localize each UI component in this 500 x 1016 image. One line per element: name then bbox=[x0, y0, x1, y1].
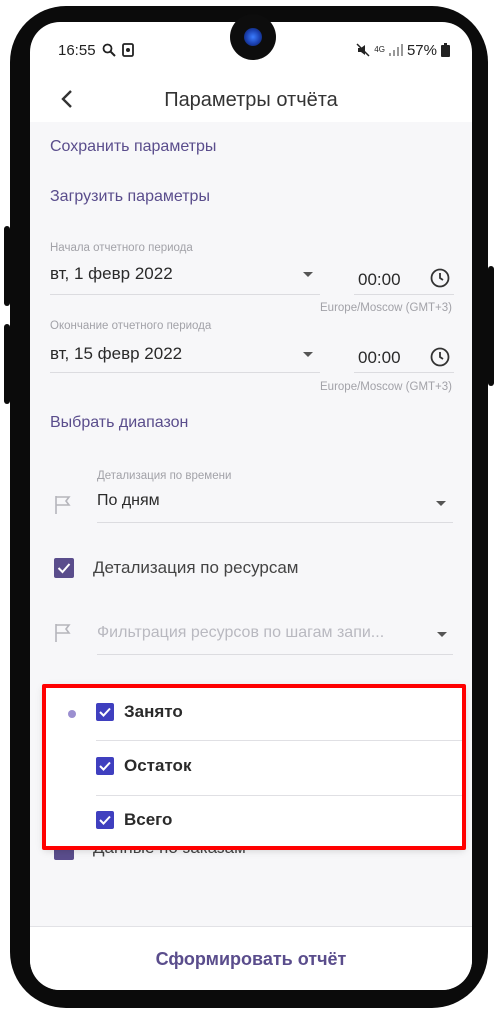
app-bar: Параметры отчёта bbox=[30, 78, 472, 122]
divider bbox=[354, 372, 454, 373]
menu-item-label: Всего bbox=[124, 810, 173, 829]
chevron-left-icon bbox=[61, 90, 72, 108]
divider bbox=[50, 372, 320, 373]
checkbox[interactable] bbox=[96, 757, 114, 775]
search-icon bbox=[102, 43, 116, 57]
clock-icon[interactable] bbox=[430, 268, 450, 288]
period-end-timezone: Europe/Moscow (GMT+3) bbox=[320, 381, 452, 393]
period-end-date[interactable]: вт, 15 февр 2022 bbox=[50, 344, 182, 364]
clock-icon[interactable] bbox=[430, 347, 450, 367]
menu-item-label: Занято bbox=[124, 702, 183, 721]
app-screen: 16:55 4G 57% Параметры отчёта Сохранить … bbox=[30, 22, 472, 990]
divider bbox=[354, 294, 454, 295]
menu-item-occupied[interactable]: Занято bbox=[96, 702, 183, 722]
period-start-time[interactable]: 00:00 bbox=[358, 270, 401, 290]
menu-item-label: Остаток bbox=[124, 756, 192, 775]
check-icon bbox=[99, 815, 111, 825]
load-params-link[interactable]: Загрузить параметры bbox=[50, 188, 210, 206]
check-icon bbox=[57, 563, 71, 574]
check-icon bbox=[99, 707, 111, 717]
battery-percent: 57% bbox=[406, 41, 437, 59]
network-type: 4G bbox=[374, 45, 385, 54]
dropdown-arrow-icon[interactable] bbox=[303, 352, 313, 357]
signal-icon bbox=[388, 44, 403, 56]
period-start-timezone: Europe/Moscow (GMT+3) bbox=[320, 302, 452, 314]
choose-range-link[interactable]: Выбрать диапазон bbox=[50, 414, 188, 432]
side-button bbox=[4, 324, 10, 404]
save-params-link[interactable]: Сохранить параметры bbox=[50, 138, 216, 156]
time-detail-value[interactable]: По дням bbox=[97, 492, 160, 510]
period-end-label: Окончание отчетного периода bbox=[50, 320, 212, 332]
resource-filter-select[interactable]: Фильтрация ресурсов по шагам запи... bbox=[97, 624, 433, 642]
bottom-bar: Сформировать отчёт bbox=[30, 926, 472, 990]
divider bbox=[97, 654, 453, 655]
front-camera bbox=[230, 14, 276, 60]
dropdown-arrow-icon[interactable] bbox=[436, 501, 446, 506]
dropdown-arrow-icon[interactable] bbox=[437, 632, 447, 637]
back-button[interactable] bbox=[52, 84, 82, 114]
side-button bbox=[4, 226, 10, 306]
page-title: Параметры отчёта bbox=[164, 88, 338, 111]
period-start-label: Начала отчетного периода bbox=[50, 242, 193, 254]
side-button bbox=[488, 266, 494, 386]
divider bbox=[96, 740, 464, 741]
menu-item-total[interactable]: Всего bbox=[96, 810, 172, 830]
generate-report-button[interactable]: Сформировать отчёт bbox=[156, 949, 347, 970]
divider bbox=[97, 522, 453, 523]
divider bbox=[50, 294, 320, 295]
checkbox[interactable] bbox=[96, 703, 114, 721]
divider bbox=[96, 795, 464, 796]
flag-icon bbox=[55, 624, 71, 642]
mute-icon bbox=[356, 43, 370, 57]
dropdown-arrow-icon[interactable] bbox=[303, 272, 313, 277]
battery-icon bbox=[441, 43, 450, 57]
screenshot-icon bbox=[121, 43, 134, 57]
flag-icon bbox=[55, 496, 71, 514]
focus-indicator bbox=[68, 710, 76, 718]
checkbox[interactable] bbox=[96, 811, 114, 829]
resource-detail-label: Детализация по ресурсам bbox=[93, 558, 299, 577]
period-end-time[interactable]: 00:00 bbox=[358, 348, 401, 368]
status-time: 16:55 bbox=[58, 41, 96, 59]
menu-item-remaining[interactable]: Остаток bbox=[96, 756, 191, 776]
check-icon bbox=[99, 761, 111, 771]
time-detail-label: Детализация по времени bbox=[97, 470, 232, 482]
form-content: Сохранить параметры Загрузить параметры … bbox=[30, 122, 472, 926]
resource-detail-checkbox[interactable] bbox=[54, 558, 74, 578]
status-multiselect-menu: Занято Остаток Всего bbox=[44, 686, 464, 848]
period-start-date[interactable]: вт, 1 февр 2022 bbox=[50, 264, 173, 284]
